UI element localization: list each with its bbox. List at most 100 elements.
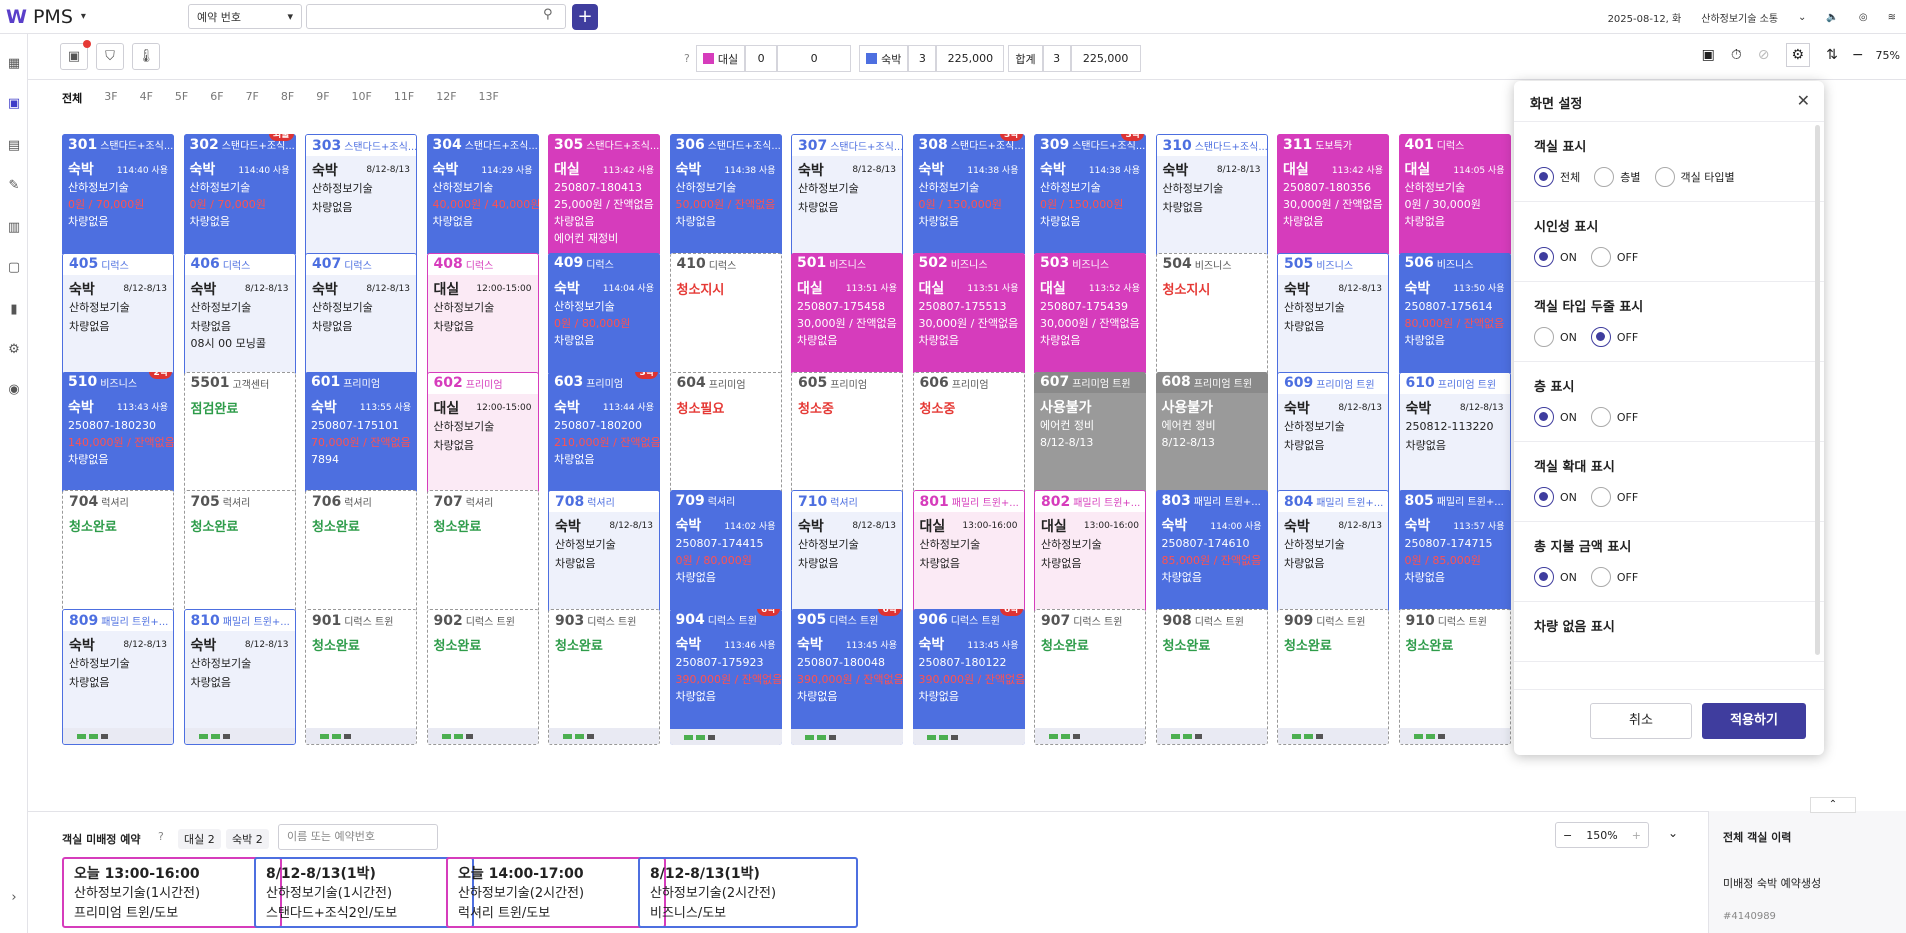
room-card[interactable]: 302 스탠다드+조식... 외출 숙박 114:40 사용 산하정보기술 0원 / 70,… — [183, 134, 296, 270]
radio-option[interactable]: ON — [1534, 567, 1577, 587]
search-type-select[interactable]: 예약 번호 ▾ — [188, 4, 302, 29]
room-card[interactable]: 309 스탠다드+조식... 3박 숙박 114:38 사용 산하정보기술 0원 / 150… — [1034, 134, 1146, 270]
room-card[interactable]: 801 패밀리 트윈+... 대실 13:00-16:00 산하정보기술 차량없음 — [912, 490, 1025, 627]
room-card[interactable]: 901 디럭스 트윈 청소완료 — [305, 609, 417, 746]
room-card[interactable]: 301 스탠다드+조식... 숙박 114:40 사용 산하정보기술 0원 / 70,00… — [62, 134, 174, 270]
chevron-down-icon[interactable]: ▾ — [81, 11, 86, 22]
disabled-icon[interactable]: ⊘ — [1758, 47, 1770, 63]
room-card[interactable]: 705 럭셔리 청소완료 — [183, 490, 296, 627]
floor-tab[interactable]: 4F — [140, 90, 153, 106]
room-card[interactable]: 405 디럭스 숙박 8/12-8/13 산하정보기술 차량없음 — [62, 252, 174, 389]
radio-option[interactable]: 전체 — [1534, 167, 1580, 187]
radio-option[interactable]: OFF — [1590, 247, 1638, 267]
eye-icon[interactable]: ◉ — [6, 382, 22, 398]
room-card[interactable]: 708 럭셔리 숙박 8/12-8/13 산하정보기술 차량없음 — [548, 490, 660, 627]
room-card[interactable]: 707 럭셔리 청소완료 — [426, 490, 539, 627]
radio-button[interactable] — [1534, 407, 1554, 427]
chart-icon[interactable]: ▮ — [6, 302, 22, 318]
room-card[interactable]: 802 패밀리 트윈+... 대실 13:00-16:00 산하정보기술 차량없음 — [1034, 490, 1146, 627]
floor-tab[interactable]: 5F — [175, 90, 188, 106]
pending-reservation[interactable]: 오늘 14:00-17:00 산하정보기술(2시간전) 럭셔리 트윈/도보 — [446, 857, 666, 928]
help-icon[interactable]: ? — [158, 830, 164, 843]
room-card[interactable]: 310 스탠다드+조식... 숙박 8/12-8/13 산하정보기술 차량없음 — [1155, 134, 1268, 270]
room-card[interactable]: 607 프리미엄 트윈 사용불가 에어컨 정비 8/12-8/13 — [1034, 371, 1146, 508]
app-logo[interactable]: W PMS ▾ — [6, 6, 186, 28]
room-card[interactable]: 803 패밀리 트윈+... 숙박 114:00 사용 250807-174610 85,… — [1155, 490, 1268, 627]
room-card[interactable]: 605 프리미엄 청소중 — [791, 371, 903, 508]
floor-tab[interactable]: 11F — [394, 90, 414, 106]
room-card[interactable]: 408 디럭스 대실 12:00-15:00 산하정보기술 차량없음 — [426, 252, 539, 389]
room-card[interactable]: 809 패밀리 트윈+... 숙박 8/12-8/13 산하정보기술 차량없음 — [62, 609, 174, 746]
room-card[interactable]: 602 프리미엄 대실 12:00-15:00 산하정보기술 차량없음 — [426, 371, 539, 508]
radio-button[interactable] — [1590, 327, 1611, 347]
panel-scrollbar[interactable] — [1815, 125, 1820, 655]
zoom-out-button[interactable]: − — [1563, 829, 1572, 842]
radio-button[interactable] — [1534, 567, 1554, 587]
radio-button[interactable] — [1534, 327, 1554, 347]
room-card[interactable]: 308 스탠다드+조식... 3박 숙박 114:38 사용 산하정보기술 0원 / 150… — [912, 134, 1025, 270]
radio-option[interactable]: 객실 타입별 — [1654, 167, 1735, 187]
room-card[interactable]: 810 패밀리 트윈+... 숙박 8/12-8/13 산하정보기술 차량없음 — [183, 609, 296, 746]
notes-icon[interactable]: ▤ — [6, 138, 22, 154]
floor-tab[interactable]: 전체 — [62, 90, 82, 106]
radio-option[interactable]: ON — [1534, 327, 1577, 347]
radio-button[interactable] — [1590, 567, 1611, 587]
room-card[interactable]: 601 프리미엄 숙박 113:55 사용 250807-175101 70,000원 /… — [305, 371, 417, 508]
room-card[interactable]: 906 디럭스 트윈 6박 숙박 113:45 사용 250807-180122 390,0… — [912, 609, 1025, 746]
room-card[interactable]: 606 프리미엄 청소중 — [912, 371, 1025, 508]
stay-tag[interactable]: 숙박 2 — [226, 829, 269, 849]
radio-button[interactable] — [1590, 247, 1611, 267]
timer-icon[interactable]: ⏱ — [1731, 47, 1742, 63]
help-icon[interactable]: ? — [684, 52, 690, 65]
room-card[interactable]: 307 스탠다드+조식... 숙박 8/12-8/13 산하정보기술 차량없음 — [791, 134, 903, 270]
radio-button[interactable] — [1534, 247, 1554, 267]
room-card[interactable]: 610 프리미엄 트윈 숙박 8/12-8/13 250812-113220 차량없음 — [1398, 371, 1511, 508]
room-card[interactable]: 904 디럭스 트윈 6박 숙박 113:46 사용 250807-175923 390,0… — [669, 609, 782, 746]
room-card[interactable]: 410 디럭스 청소지시 — [669, 252, 782, 389]
floor-tab[interactable]: 8F — [281, 90, 294, 106]
filter-button[interactable]: ⛉ — [96, 43, 124, 70]
room-card[interactable]: 902 디럭스 트윈 청소완료 — [426, 609, 539, 746]
floor-tab[interactable]: 6F — [210, 90, 223, 106]
apply-button[interactable]: 적용하기 — [1702, 703, 1806, 739]
wifi-icon[interactable]: ≋ — [1888, 12, 1896, 23]
cancel-button[interactable]: 취소 — [1590, 703, 1692, 739]
room-card[interactable]: 5501 고객센터 점검완료 — [183, 371, 296, 508]
room-card[interactable]: 401 디럭스 대실 114:05 사용 산하정보기술 0원 / 30,000원 차량없음 — [1398, 134, 1511, 270]
room-card[interactable]: 506 비즈니스 숙박 113:50 사용 250807-175614 80,000원 /… — [1398, 252, 1511, 389]
room-card[interactable]: 603 프리미엄 3박 숙박 113:44 사용 250807-180200 210,000… — [548, 371, 660, 508]
room-card[interactable]: 510 비즈니스 2박 숙박 113:43 사용 250807-180230 140,000… — [62, 371, 174, 508]
zoom-out-button[interactable]: − — [1852, 47, 1864, 63]
room-card[interactable]: 908 디럭스 트윈 청소완료 — [1155, 609, 1268, 746]
close-icon[interactable]: ✕ — [1797, 91, 1810, 110]
radio-option[interactable]: 층별 — [1594, 167, 1641, 187]
floor-tab[interactable]: 12F — [436, 90, 456, 106]
room-card[interactable]: 903 디럭스 트윈 청소완료 — [548, 609, 660, 746]
scroll-up-button[interactable]: ⌃ — [1810, 797, 1856, 813]
room-card[interactable]: 910 디럭스 트윈 청소완료 — [1398, 609, 1511, 746]
room-card[interactable]: 303 스탠다드+조식... 숙박 8/12-8/13 산하정보기술 차량없음 — [305, 134, 417, 270]
temperature-button[interactable]: 🌡 — [132, 43, 160, 70]
radio-option[interactable]: OFF — [1590, 487, 1638, 507]
room-card[interactable]: 407 디럭스 숙박 8/12-8/13 산하정보기술 차량없음 — [305, 252, 417, 389]
radio-button[interactable] — [1594, 167, 1615, 187]
unassigned-search-input[interactable]: 이름 또는 예약번호 — [278, 824, 438, 850]
zoom-in-button[interactable]: + — [1632, 829, 1641, 842]
pending-reservation[interactable]: 8/12-8/13(1박) 산하정보기술(1시간전) 스탠다드+조식2인/도보 — [254, 857, 474, 928]
speaker-icon[interactable]: 🔈 — [1826, 12, 1838, 23]
company-name[interactable]: 산하정보기술 소통 — [1701, 10, 1778, 25]
search-input[interactable] — [306, 4, 566, 29]
room-card[interactable]: 306 스탠다드+조식... 숙박 114:38 사용 산하정보기술 50,000원 / … — [669, 134, 782, 270]
schedule-icon[interactable]: ▥ — [6, 220, 22, 236]
pending-reservation[interactable]: 8/12-8/13(1박) 산하정보기술(2시간전) 비즈니스/도보 — [638, 857, 858, 928]
chevron-down-icon[interactable]: ⌄ — [1798, 12, 1806, 23]
room-card[interactable]: 609 프리미엄 트윈 숙박 8/12-8/13 산하정보기술 차량없음 — [1277, 371, 1389, 508]
floor-tab[interactable]: 3F — [104, 90, 117, 106]
radio-button[interactable] — [1534, 487, 1554, 507]
radio-option[interactable]: OFF — [1590, 407, 1638, 427]
radio-button[interactable] — [1590, 407, 1611, 427]
room-card[interactable]: 505 비즈니스 숙박 8/12-8/13 산하정보기술 차량없음 — [1277, 252, 1389, 389]
settings-icon[interactable]: ⚙ — [6, 342, 22, 358]
radio-option[interactable]: ON — [1534, 487, 1577, 507]
radio-option[interactable]: OFF — [1590, 327, 1638, 347]
